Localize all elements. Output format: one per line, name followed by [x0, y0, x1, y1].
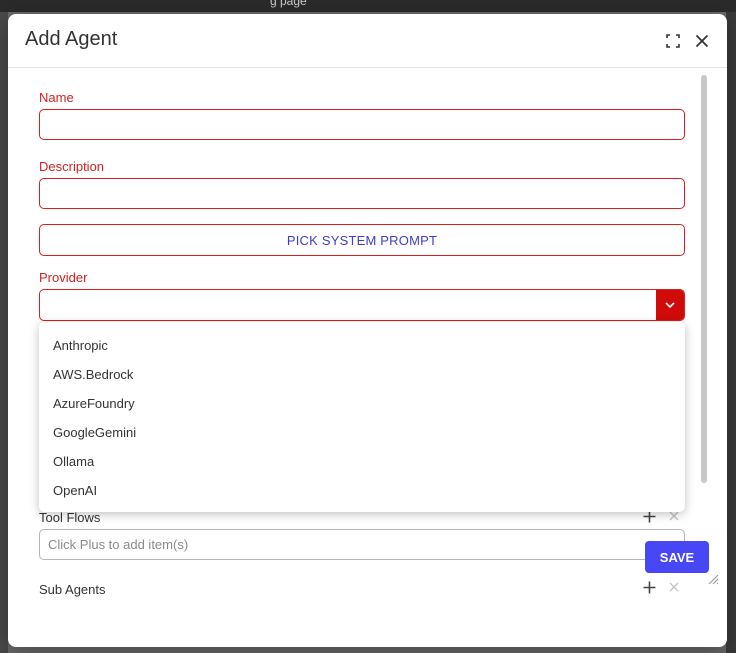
close-icon: [669, 582, 679, 592]
provider-label: Provider: [39, 270, 88, 285]
provider-option-ollama[interactable]: Ollama: [39, 447, 685, 476]
name-label: Name: [39, 90, 74, 105]
plus-icon: [643, 581, 655, 593]
pick-system-prompt-label: PICK SYSTEM PROMPT: [286, 232, 438, 248]
tool-flows-placeholder: Click Plus to add item(s): [48, 537, 189, 552]
save-button[interactable]: SAVE: [645, 541, 709, 573]
description-input[interactable]: [39, 178, 685, 209]
provider-option-anthropic[interactable]: Anthropic: [39, 331, 685, 360]
resize-handle[interactable]: [705, 571, 719, 585]
chevron-down-icon: [665, 301, 675, 308]
add-agent-dialog: Add Agent Name Description PICK SYSTEM P…: [8, 14, 727, 647]
provider-dropdown-toggle[interactable]: [656, 290, 684, 320]
close-icon: [695, 34, 709, 48]
close-icon: [669, 511, 679, 521]
save-button-label: SAVE: [659, 549, 695, 565]
provider-dropdown-menu: Anthropic AWS.Bedrock AzureFoundry Googl…: [39, 322, 685, 512]
maximize-icon: [666, 34, 680, 48]
resize-grip-icon: [708, 574, 719, 585]
close-button[interactable]: [692, 31, 712, 51]
tool-flows-label: Tool Flows: [39, 510, 101, 525]
provider-option-google-gemini[interactable]: GoogleGemini: [39, 418, 685, 447]
sub-agents-clear-button[interactable]: [667, 580, 681, 594]
dialog-title: Add Agent: [25, 28, 118, 50]
background-left-edge: [0, 12, 8, 653]
dialog-header: Add Agent: [8, 14, 727, 68]
scrollbar-thumb[interactable]: [701, 75, 707, 483]
background-right-edge: [726, 12, 736, 653]
tool-flows-input[interactable]: Click Plus to add item(s): [39, 529, 685, 560]
provider-select[interactable]: [39, 289, 685, 321]
dialog-body: Name Description PICK SYSTEM PROMPT Prov…: [8, 69, 727, 647]
background-text: g page: [270, 0, 307, 8]
provider-option-azure-foundry[interactable]: AzureFoundry: [39, 389, 685, 418]
pick-system-prompt-button[interactable]: PICK SYSTEM PROMPT: [39, 224, 685, 256]
sub-agents-label: Sub Agents: [39, 582, 106, 597]
description-label: Description: [39, 159, 105, 174]
background-app-bar: g page: [0, 0, 736, 12]
maximize-button[interactable]: [663, 31, 683, 51]
provider-option-aws-bedrock[interactable]: AWS.Bedrock: [39, 360, 685, 389]
name-input[interactable]: [39, 109, 685, 140]
sub-agents-add-button[interactable]: [642, 580, 656, 594]
provider-option-openai[interactable]: OpenAI: [39, 476, 685, 505]
